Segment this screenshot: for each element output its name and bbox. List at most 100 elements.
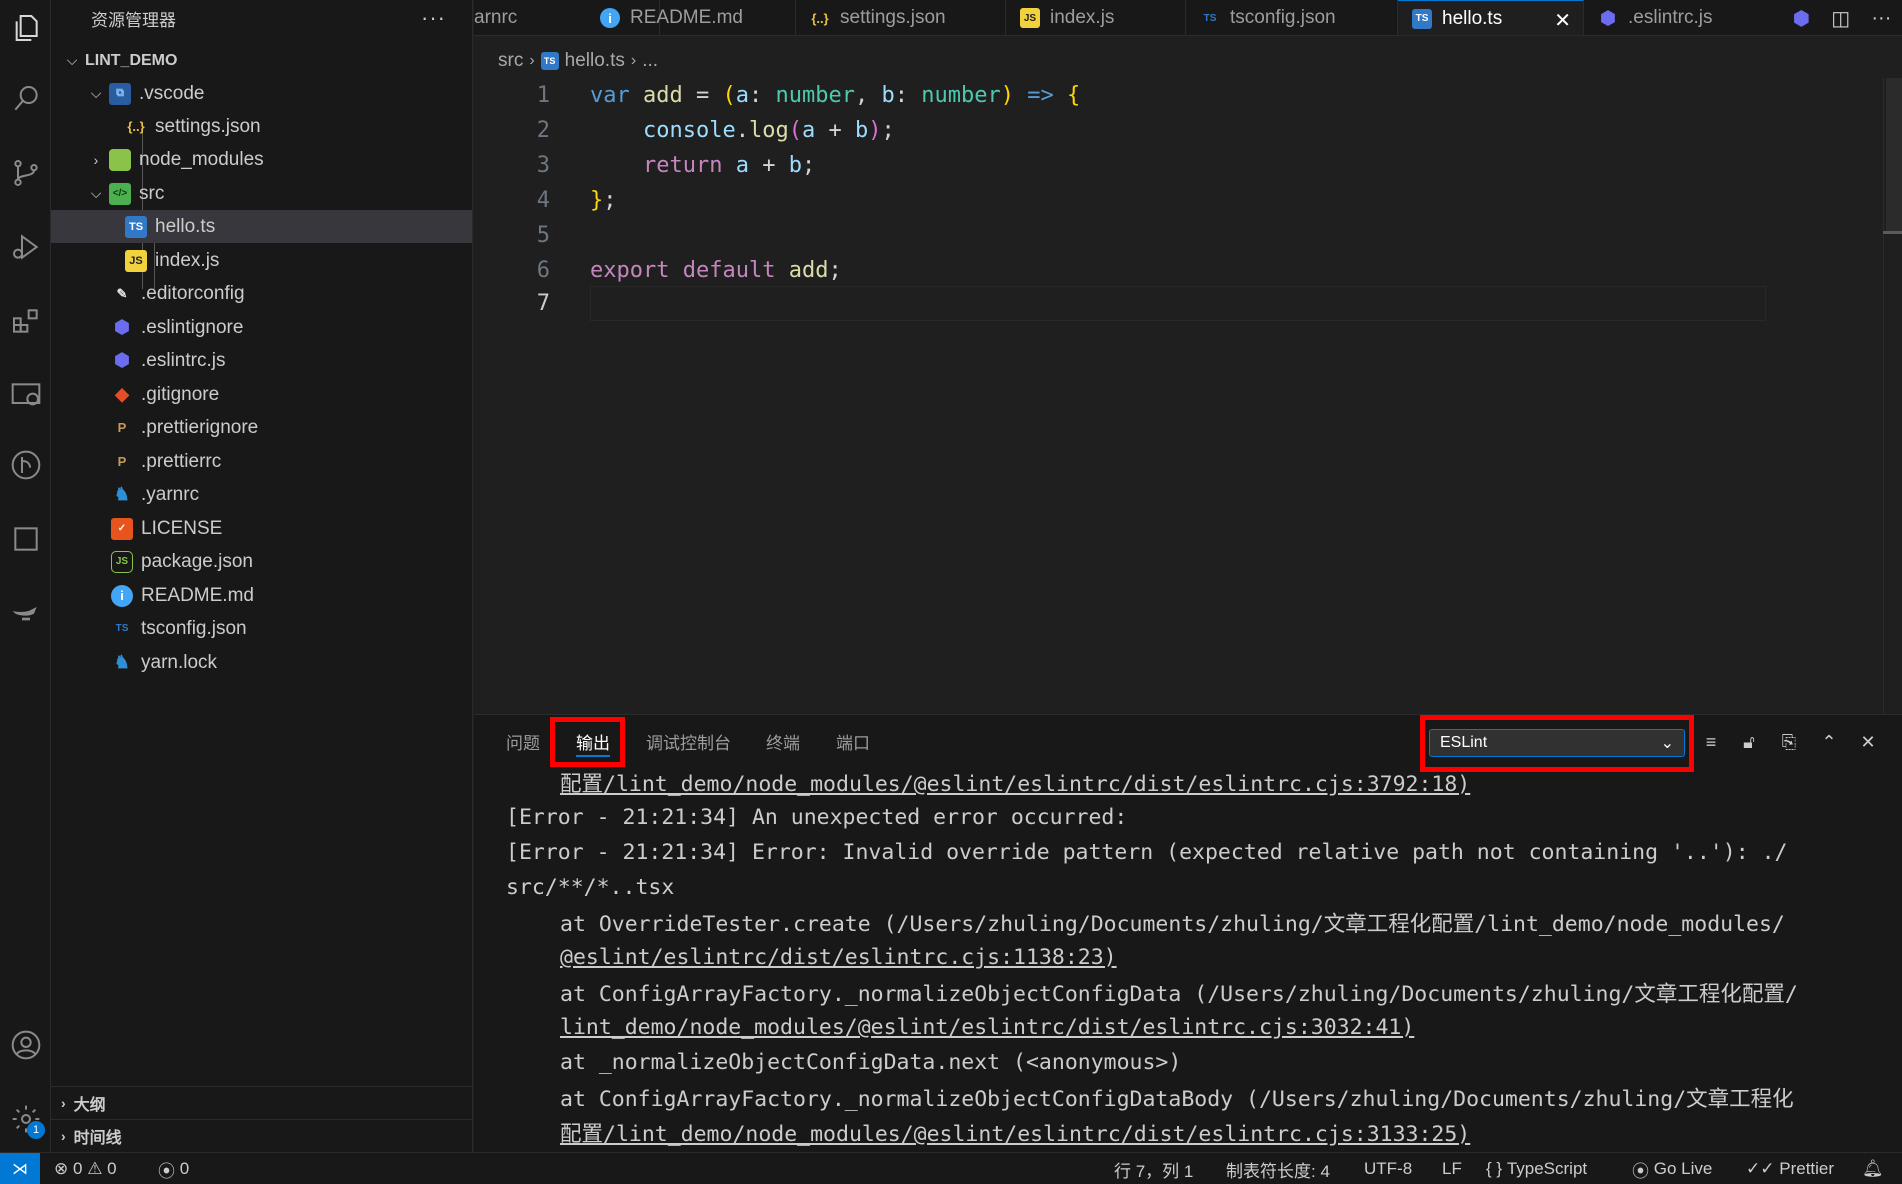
remote-explorer-icon[interactable] (0, 370, 51, 420)
line-number: 2 (536, 118, 550, 143)
clear-output-icon[interactable]: ≡ (1698, 729, 1724, 755)
git-graph-icon[interactable] (0, 440, 51, 490)
tree-item-package-json[interactable]: JS package.json (51, 545, 472, 578)
tab-problems[interactable]: 问题 (506, 715, 540, 767)
breadcrumb-more[interactable]: ... (642, 50, 658, 72)
code-line: 2 console.log(a + b); (474, 113, 1764, 148)
tree-item-yarnrc[interactable]: ♞ .yarnrc (51, 478, 472, 511)
tab-terminal[interactable]: 终端 (766, 715, 800, 767)
code-editor[interactable]: 1 var add = (a: number, b: number) => { … (474, 78, 1902, 714)
code-line: 7 (474, 286, 1764, 321)
lamp-icon[interactable] (0, 586, 51, 636)
chevron-down-icon: ⌵ (90, 85, 102, 101)
json-icon: {..} (127, 119, 145, 134)
more-actions-icon[interactable]: ··· (1871, 7, 1891, 30)
close-panel-icon[interactable]: ✕ (1855, 729, 1881, 755)
tree-item-prettierignore[interactable]: P .prettierignore (51, 411, 472, 444)
tab-debug-console[interactable]: 调试控制台 (646, 715, 731, 767)
output-link[interactable]: lint_demo/node_modules/@eslint/eslintrc/… (560, 1015, 1414, 1040)
explorer-icon[interactable] (0, 3, 51, 53)
tree-item-src[interactable]: ⌵ </> src (51, 177, 472, 210)
tab-eslintrc[interactable]: ⬢ .eslintrc.js (1584, 0, 1784, 35)
language-mode[interactable]: { } TypeScript (1486, 1153, 1587, 1184)
chevron-right-icon: › (529, 52, 535, 69)
maximize-panel-icon[interactable]: ⌃ (1816, 729, 1842, 755)
settings-badge: 1 (27, 1121, 45, 1139)
remote-indicator-icon[interactable]: ⋊ (0, 1153, 40, 1184)
chevron-down-icon: ⌵ (90, 185, 102, 201)
breadcrumb-folder[interactable]: src (498, 50, 523, 72)
editor-tabs: arnrc i README.md {..} settings.json JS … (474, 0, 1902, 36)
tree-item-eslintrc[interactable]: ⬢ .eslintrc.js (51, 344, 472, 377)
tab-size[interactable]: 制表符长度: 4 (1226, 1153, 1330, 1184)
tab-ports[interactable]: 端口 (836, 715, 870, 767)
split-editor-icon[interactable]: ◫ (1831, 6, 1850, 31)
notifications-icon[interactable]: 🔔︎ (1862, 1153, 1884, 1184)
cursor-position[interactable]: 行 7，列 1 (1114, 1153, 1193, 1184)
tree-item-yarn-lock[interactable]: ♞ yarn.lock (51, 646, 472, 679)
output-link[interactable]: 配置/lint_demo/node_modules/@eslint/eslint… (560, 1117, 1470, 1148)
tab-actions: ⬢ ◫ ··· (1782, 0, 1902, 35)
eslint-icon: ⬢ (1600, 7, 1616, 28)
timeline-section[interactable]: › 时间线 (51, 1119, 472, 1152)
output-line: 配置/lint_demo/node_modules/@eslint/eslint… (560, 1115, 1470, 1150)
settings-gear-icon[interactable]: 1 (0, 1094, 51, 1144)
tree-item-node-modules[interactable]: › node_modules (51, 143, 472, 176)
tab-settings-json[interactable]: {..} settings.json (796, 0, 1006, 35)
warning-count: 0 (107, 1159, 117, 1178)
lock-scroll-icon[interactable]: 🔓︎ (1736, 729, 1762, 755)
tree-item-label: index.js (155, 249, 220, 271)
tree-item-index-js[interactable]: JS index.js (51, 244, 472, 277)
square-icon[interactable] (0, 514, 51, 564)
source-control-icon[interactable] (0, 148, 51, 198)
tree-item-tsconfig[interactable]: TS tsconfig.json (51, 612, 472, 645)
eol[interactable]: LF (1442, 1153, 1462, 1184)
tree-item-settings-json[interactable]: {..} settings.json (51, 110, 472, 143)
tab-hello-ts[interactable]: TS hello.ts ✕ (1398, 0, 1584, 35)
tree-item-hello-ts[interactable]: TS hello.ts (51, 210, 472, 243)
tab-index-js[interactable]: JS index.js (1006, 0, 1186, 35)
output-link[interactable]: 配置/lint_demo/node_modules/@eslint/eslint… (560, 767, 1470, 798)
go-live[interactable]: ⦿ Go Live (1632, 1153, 1712, 1184)
run-debug-icon[interactable] (0, 222, 51, 272)
outline-section[interactable]: › 大纲 (51, 1086, 472, 1119)
scrollbar-thumb[interactable] (1886, 78, 1902, 233)
breadcrumb-file[interactable]: hello.ts (565, 50, 625, 72)
tab-readme[interactable]: i README.md (586, 0, 796, 35)
problems-status[interactable]: ⊗ 0 ⚠ 0 (54, 1153, 117, 1184)
chevron-right-icon: › (93, 151, 99, 168)
json-icon: {..} (811, 10, 829, 26)
editorconfig-icon: ✎ (116, 285, 128, 301)
yarn-icon: ♞ (113, 484, 131, 504)
vscode-folder-icon: ⧉ (109, 82, 131, 105)
open-log-icon[interactable]: ⎘ (1776, 729, 1802, 755)
tree-item-label: .eslintrc.js (141, 349, 226, 371)
account-icon[interactable] (0, 1020, 51, 1070)
output-link[interactable]: @eslint/eslintrc/dist/eslintrc.cjs:1138:… (560, 945, 1117, 970)
tree-item-license[interactable]: ✓ LICENSE (51, 512, 472, 545)
tree-item-gitignore[interactable]: ◆ .gitignore (51, 378, 472, 411)
eslint-icon[interactable]: ⬢ (1793, 6, 1810, 31)
tree-item-eslintignore[interactable]: ⬢ .eslintignore (51, 311, 472, 344)
tree-item-prettierrc[interactable]: P .prettierrc (51, 445, 472, 478)
code-text: export default add; (590, 258, 842, 283)
extensions-icon[interactable] (0, 296, 51, 346)
ports-status[interactable]: ⦿ 0 (158, 1153, 189, 1184)
encoding[interactable]: UTF-8 (1364, 1153, 1412, 1184)
editor-scrollbar[interactable] (1883, 78, 1902, 714)
tab-label: .eslintrc.js (1628, 7, 1713, 28)
tree-item-editorconfig[interactable]: ✎ .editorconfig (51, 277, 472, 310)
tab-tsconfig[interactable]: TS tsconfig.json (1186, 0, 1398, 35)
tree-item-readme[interactable]: i README.md (51, 579, 472, 612)
prettier-status[interactable]: ✓✓ Prettier (1746, 1153, 1834, 1184)
chevron-right-icon: › (630, 52, 637, 69)
output-log[interactable]: 配置/lint_demo/node_modules/@eslint/eslint… (474, 767, 1902, 1153)
search-icon[interactable] (0, 74, 51, 124)
more-actions-icon[interactable]: ··· (421, 5, 446, 31)
tree-item-vscode[interactable]: ⌵ ⧉ .vscode (51, 77, 472, 110)
highlight-box (550, 717, 625, 767)
ts-icon: TS (1412, 8, 1432, 29)
close-icon[interactable]: ✕ (1554, 8, 1571, 33)
tree-root[interactable]: ⌵ LINT_DEMO (51, 44, 472, 77)
eslint-icon: ⬢ (114, 317, 130, 337)
